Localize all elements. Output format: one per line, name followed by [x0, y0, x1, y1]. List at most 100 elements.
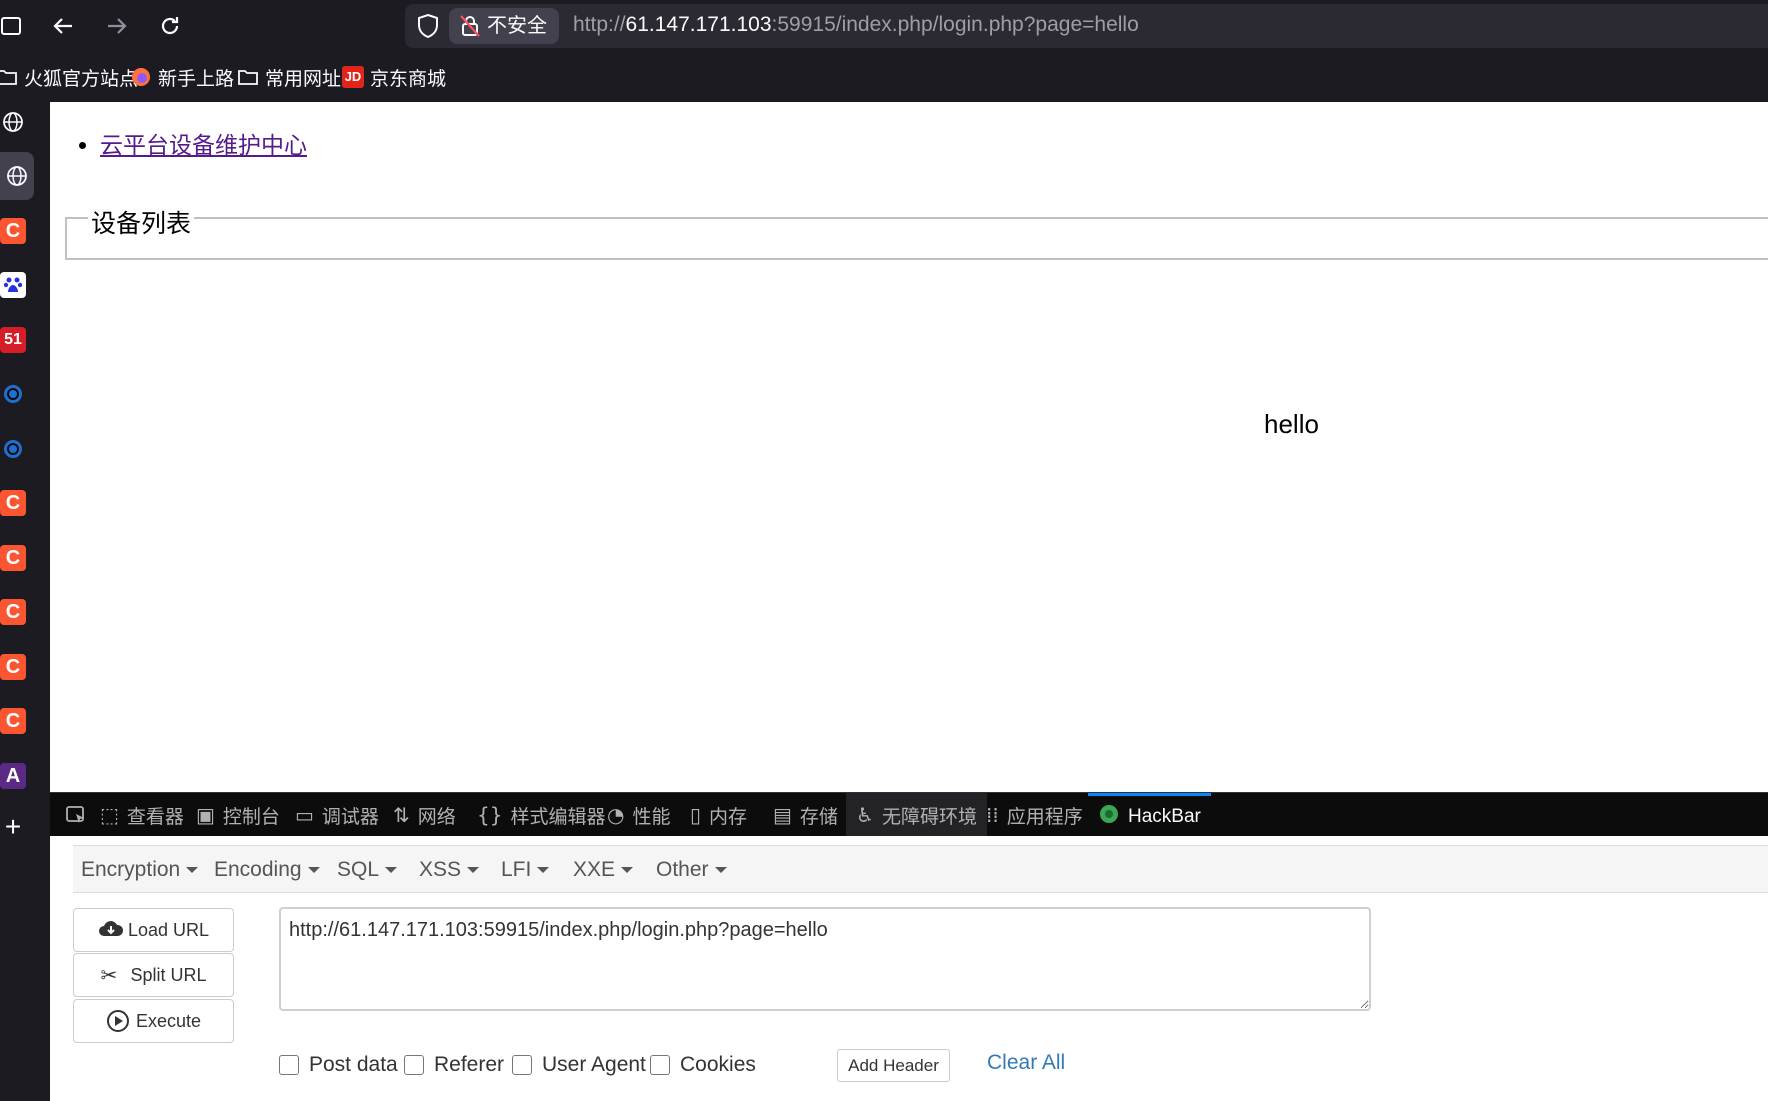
clear-all-link[interactable]: Clear All [987, 1051, 1065, 1075]
tab-performance[interactable]: ◔ 性能 [607, 793, 670, 837]
tab-label: 应用程序 [1006, 806, 1083, 828]
51cto-icon[interactable]: 51 [0, 327, 26, 353]
split-url-button[interactable]: ✂ Split URL [73, 953, 234, 997]
bookmark-label: 火狐官方站点 [24, 68, 139, 90]
csdn-icon[interactable]: C [0, 708, 26, 734]
menu-label: Encryption [81, 858, 181, 881]
device-list-legend: 设备列表 [88, 204, 195, 240]
menu-other[interactable]: Other [656, 846, 727, 894]
tab-accessibility[interactable]: ♿ 无障碍环境 [846, 793, 987, 837]
load-url-button[interactable]: Load URL [73, 908, 234, 952]
spiral-icon[interactable] [0, 381, 26, 407]
checkbox-label: Cookies [680, 1053, 756, 1076]
url-path: :59915/index.php/login.php?page=hello [771, 13, 1139, 36]
tracking-shield-icon[interactable] [415, 12, 441, 40]
scissors-icon: ✂ [100, 963, 118, 987]
csdn-icon[interactable]: C [0, 654, 26, 680]
csdn-icon[interactable]: C [0, 599, 26, 625]
tab-style-editor[interactable]: {} 样式编辑器 [477, 793, 605, 837]
menu-xss[interactable]: XSS [419, 846, 480, 894]
referer-checkbox[interactable]: Referer [404, 1053, 504, 1077]
element-picker-icon[interactable] [58, 793, 94, 837]
baidu-icon[interactable] [0, 272, 26, 298]
insecure-badge[interactable]: 不安全 [449, 8, 559, 44]
style-editor-icon: {} [477, 803, 503, 827]
url-host: 61.147.171.103 [625, 13, 772, 36]
execute-button[interactable]: Execute [73, 999, 234, 1043]
tab-label: 内存 [709, 806, 748, 828]
tab-hackbar[interactable]: HackBar [1088, 793, 1211, 837]
checkbox-box[interactable] [650, 1055, 670, 1075]
checkbox-label: User Agent [542, 1053, 646, 1076]
bookmark-firefox-official[interactable]: 火狐官方站点 [0, 62, 138, 92]
globe-icon[interactable] [0, 109, 26, 135]
cookies-checkbox[interactable]: Cookies [650, 1053, 756, 1077]
bookmark-label: 新手上路 [158, 68, 235, 90]
csdn-icon[interactable]: C [0, 218, 26, 244]
caret-down-icon [186, 867, 199, 874]
menu-lfi[interactable]: LFI [501, 846, 550, 894]
menu-sql[interactable]: SQL [337, 846, 398, 894]
browser-toolbar: 不安全 http://61.147.171.103:59915/index.ph… [0, 0, 1768, 52]
menu-encryption[interactable]: Encryption [81, 846, 199, 894]
bookmark-common-sites[interactable]: 常用网址 [237, 62, 341, 92]
left-sidebar: C 51 C C C C C A + [0, 102, 50, 1101]
checkbox-box[interactable] [404, 1055, 424, 1075]
bookmark-label: 常用网址 [265, 68, 342, 90]
tab-debugger[interactable]: ▭ 调试器 [295, 793, 379, 837]
play-circle-icon [106, 1009, 130, 1033]
checkbox-label: Post data [309, 1053, 398, 1076]
csdn-icon[interactable]: C [0, 545, 26, 571]
tab-console[interactable]: ▣ 控制台 [196, 793, 280, 837]
url-prefix: http:// [573, 13, 626, 36]
tab-label: 性能 [632, 806, 671, 828]
bookmark-getting-started[interactable]: 新手上路 [130, 62, 234, 92]
a-app-icon[interactable]: A [0, 763, 26, 789]
forward-icon[interactable] [102, 11, 132, 41]
caret-down-icon [385, 867, 398, 874]
caret-down-icon [467, 867, 480, 874]
reload-icon[interactable] [155, 11, 185, 41]
user-agent-checkbox[interactable]: User Agent [512, 1053, 646, 1077]
page-content: 云平台设备维护中心 设备列表 hello [50, 102, 1768, 792]
spiral-icon[interactable] [0, 436, 26, 462]
add-header-button[interactable]: Add Header [837, 1049, 950, 1082]
menu-encoding[interactable]: Encoding [214, 846, 320, 894]
sidebar-toggle-icon[interactable] [0, 11, 26, 41]
list-item: 云平台设备维护中心 [100, 126, 307, 160]
post-data-checkbox[interactable]: Post data [279, 1053, 398, 1077]
performance-icon: ◔ [607, 803, 625, 827]
tab-network[interactable]: ⇅ 网络 [393, 793, 456, 837]
menu-label: LFI [501, 858, 532, 881]
csdn-icon[interactable]: C [0, 490, 26, 516]
checkbox-box[interactable] [279, 1055, 299, 1075]
bookmark-jd[interactable]: JD 京东商城 [342, 62, 446, 92]
insecure-label: 不安全 [487, 15, 547, 37]
tab-application[interactable]: ⁞⁞ 应用程序 [986, 793, 1083, 837]
menu-label: Encoding [214, 858, 302, 881]
devtools-tabbar: ⬚ 查看器 ▣ 控制台 ▭ 调试器 ⇅ 网络 {} 样式编辑器 ◔ 性能 ▯ 内存 ▤ 存储 ♿… [50, 792, 1768, 837]
storage-icon: ▤ [773, 803, 792, 827]
sidebar-active-tab[interactable] [0, 152, 34, 200]
memory-icon: ▯ [690, 803, 702, 827]
nav-link[interactable]: 云平台设备维护中心 [100, 132, 307, 158]
caret-down-icon [537, 867, 550, 874]
url-text[interactable]: http://61.147.171.103:59915/index.php/lo… [573, 13, 1139, 37]
checkbox-box[interactable] [512, 1055, 532, 1075]
caret-down-icon [307, 867, 320, 874]
insecure-lock-icon [459, 14, 481, 38]
add-icon[interactable]: + [0, 811, 26, 842]
checkbox-label: Referer [434, 1053, 505, 1076]
accessibility-icon: ♿ [856, 803, 874, 827]
tab-label: 无障碍环境 [881, 806, 977, 828]
tab-memory[interactable]: ▯ 内存 [690, 793, 747, 837]
menu-label: Other [656, 858, 709, 881]
menu-xxe[interactable]: XXE [573, 846, 634, 894]
back-icon[interactable] [48, 11, 78, 41]
hackbar-icon [1098, 803, 1120, 830]
tab-inspector[interactable]: ⬚ 查看器 [100, 793, 184, 837]
menu-label: SQL [337, 858, 380, 881]
tab-storage[interactable]: ▤ 存储 [773, 793, 838, 837]
tab-label: 样式编辑器 [510, 806, 606, 828]
hackbar-url-input[interactable]: http://61.147.171.103:59915/index.php/lo… [279, 907, 1371, 1011]
